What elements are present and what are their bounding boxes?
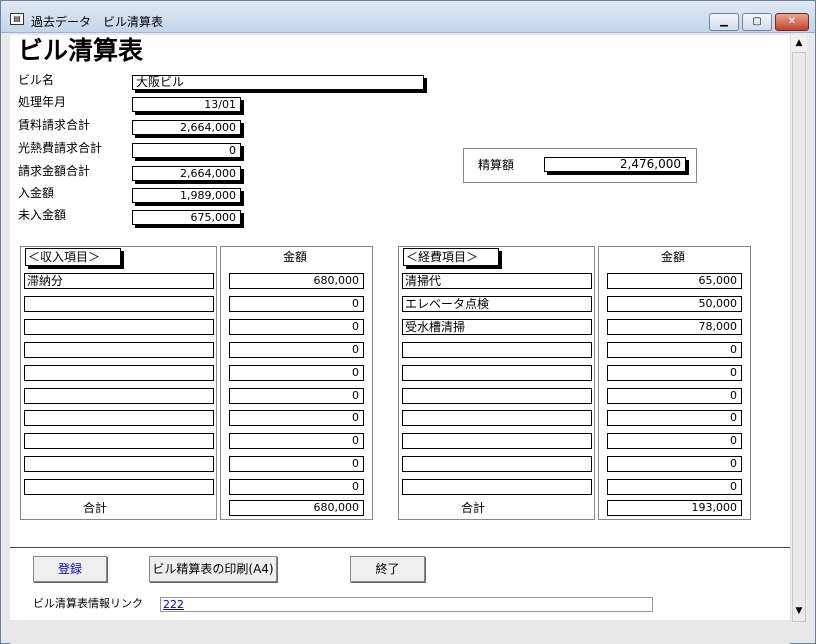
expense-item-field[interactable] [402, 433, 592, 450]
minimize-icon: ▁ [720, 16, 728, 27]
app-window: ▤ 過去データ ビル清算表 ▁ ▢ ✕ ビル清算表 ビル名 大阪ビル 処理年月 … [0, 0, 816, 644]
income-item-field[interactable] [24, 433, 214, 450]
income-item-field[interactable] [24, 410, 214, 427]
maximize-button[interactable]: ▢ [742, 13, 772, 31]
income-amount-field[interactable]: 0 [229, 295, 364, 312]
received-field[interactable]: 1,989,000 [132, 188, 241, 203]
link-label: ビル清算表情報リンク [33, 597, 143, 610]
income-total-field[interactable]: 680,000 [229, 500, 364, 516]
building-name-field[interactable]: 大阪ビル [132, 75, 424, 90]
income-item-field[interactable] [24, 341, 214, 358]
print-button[interactable]: ビル精算表の印刷(A4) [149, 556, 277, 582]
expense-amount-field[interactable]: 50,000 [607, 295, 742, 312]
expense-amount-field[interactable]: 0 [607, 456, 742, 473]
income-total-label: 合計 [83, 501, 108, 515]
expense-item-field[interactable]: 清掃代 [402, 273, 592, 289]
register-button[interactable]: 登録 [33, 556, 107, 582]
income-amount-field[interactable]: 0 [229, 318, 364, 335]
vertical-scrollbar[interactable]: ▲ ▼ [790, 35, 807, 622]
expense-item-field[interactable] [402, 364, 592, 381]
exit-button[interactable]: 終了 [350, 556, 425, 582]
income-item-field[interactable] [24, 387, 214, 404]
expense-item-field[interactable]: 受水槽清掃 [402, 318, 592, 335]
net-amount-label: 精算額 [478, 158, 515, 172]
period-field[interactable]: 13/01 [132, 97, 241, 112]
expense-item-field[interactable] [402, 410, 592, 427]
scroll-thumb[interactable] [792, 52, 806, 622]
close-button[interactable]: ✕ [775, 13, 809, 31]
income-amount-field[interactable]: 0 [229, 479, 364, 496]
info-link-field[interactable]: 222 [160, 597, 653, 612]
income-item-field[interactable] [24, 295, 214, 312]
building-label: ビル名 [18, 73, 55, 87]
expense-amount-field[interactable]: 0 [607, 364, 742, 381]
scroll-up-icon[interactable]: ▲ [791, 35, 807, 51]
income-amount-header: 金額 [283, 250, 308, 264]
income-amount-field[interactable]: 0 [229, 410, 364, 427]
expense-amount-field[interactable]: 0 [607, 479, 742, 496]
income-item-field[interactable] [24, 364, 214, 381]
expense-amount-field[interactable]: 0 [607, 387, 742, 404]
income-amount-field[interactable]: 0 [229, 387, 364, 404]
expense-amount-field[interactable]: 0 [607, 433, 742, 450]
billing-total-label: 請求金額合計 [18, 164, 91, 178]
net-amount-panel: 精算額 2,476,000 [463, 148, 697, 183]
rent-total-field[interactable]: 2,664,000 [132, 120, 241, 135]
expense-amount-field[interactable]: 65,000 [607, 273, 742, 289]
income-amount-field[interactable]: 0 [229, 433, 364, 450]
footer-divider [10, 547, 790, 548]
maximize-icon: ▢ [752, 16, 762, 27]
received-label: 入金額 [18, 186, 55, 200]
expense-total-field[interactable]: 193,000 [607, 500, 742, 516]
expense-item-field[interactable] [402, 387, 592, 404]
income-amount-field[interactable]: 0 [229, 456, 364, 473]
income-amount-field[interactable]: 680,000 [229, 273, 364, 289]
income-item-field[interactable]: 滞納分 [24, 273, 214, 289]
status-strip [10, 620, 790, 644]
expense-item-field[interactable] [402, 341, 592, 358]
expense-amount-field[interactable]: 78,000 [607, 318, 742, 335]
minimize-button[interactable]: ▁ [709, 13, 739, 31]
expense-total-label: 合計 [461, 501, 486, 515]
close-icon: ✕ [787, 16, 797, 27]
expense-item-field[interactable] [402, 456, 592, 473]
expense-item-field[interactable] [402, 479, 592, 496]
page-title: ビル清算表 [18, 36, 144, 65]
income-amount-field[interactable]: 0 [229, 364, 364, 381]
form-body: ビル清算表 ビル名 大阪ビル 処理年月 13/01 賃料請求合計 2,664,0… [10, 35, 790, 620]
utility-total-label: 光熱費請求合計 [18, 141, 103, 155]
income-item-field[interactable] [24, 456, 214, 473]
utility-total-field[interactable]: 0 [132, 143, 241, 158]
income-item-field[interactable] [24, 318, 214, 335]
window-title: 過去データ ビル清算表 [31, 15, 164, 29]
expense-amount-header: 金額 [661, 250, 686, 264]
billing-total-field[interactable]: 2,664,000 [132, 166, 241, 181]
income-amount-field[interactable]: 0 [229, 341, 364, 358]
title-bar[interactable]: ▤ 過去データ ビル清算表 ▁ ▢ ✕ [1, 1, 815, 33]
expense-item-field[interactable]: エレベータ点検 [402, 295, 592, 312]
expense-header: ＜経費項目＞ [403, 248, 499, 266]
period-label: 処理年月 [18, 95, 67, 109]
net-amount-field[interactable]: 2,476,000 [544, 157, 686, 172]
scroll-down-icon[interactable]: ▼ [791, 603, 807, 619]
unpaid-field[interactable]: 675,000 [132, 210, 241, 225]
unpaid-label: 未入金額 [18, 208, 67, 222]
expense-amount-field[interactable]: 0 [607, 410, 742, 427]
income-header: ＜収入項目＞ [25, 248, 121, 266]
form-icon: ▤ [10, 13, 24, 25]
income-item-field[interactable] [24, 479, 214, 496]
expense-amount-field[interactable]: 0 [607, 341, 742, 358]
rent-total-label: 賃料請求合計 [18, 118, 91, 132]
